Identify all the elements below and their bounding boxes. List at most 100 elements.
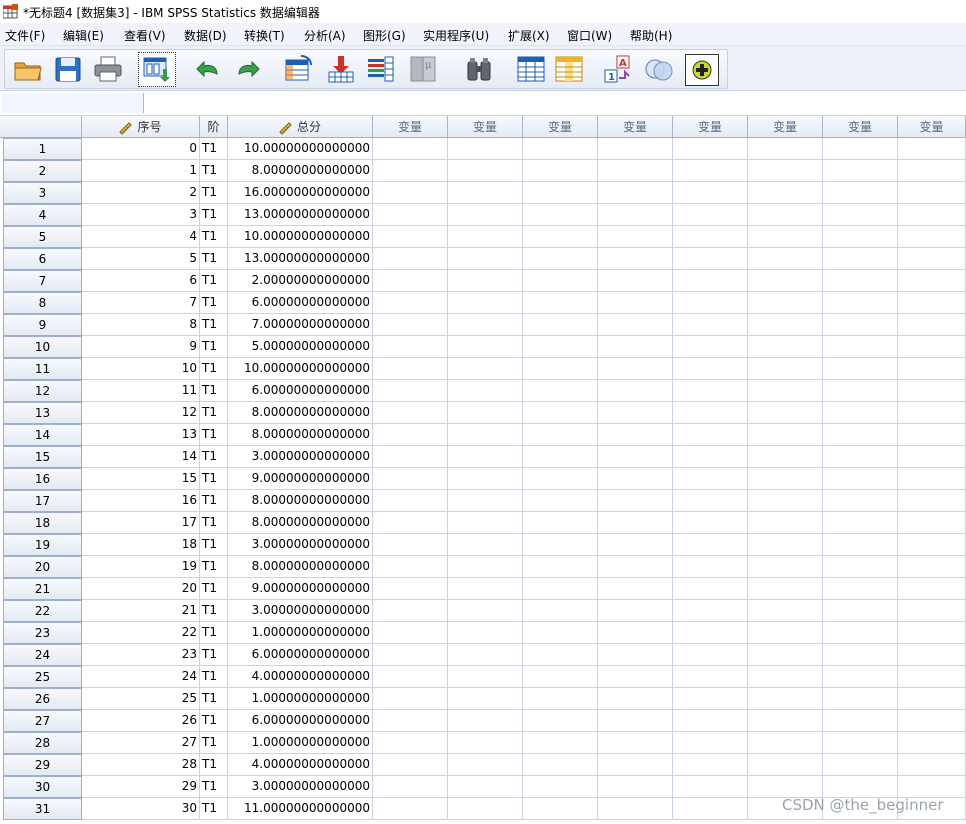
cell-empty[interactable] <box>898 138 966 160</box>
column-header-empty[interactable]: 变量 <box>448 116 523 138</box>
cell-seq[interactable]: 2 <box>82 182 200 204</box>
cell-empty[interactable] <box>523 292 598 314</box>
cell-empty[interactable] <box>823 600 898 622</box>
cell-total[interactable]: 1.00000000000000 <box>228 622 373 644</box>
cell-empty[interactable] <box>448 138 523 160</box>
cell-empty[interactable] <box>748 468 823 490</box>
cell-empty[interactable] <box>373 204 448 226</box>
cell-empty[interactable] <box>598 204 673 226</box>
cell-total[interactable]: 13.00000000000000 <box>228 248 373 270</box>
cell-total[interactable]: 10.00000000000000 <box>228 138 373 160</box>
cell-empty[interactable] <box>448 578 523 600</box>
cell-empty[interactable] <box>373 600 448 622</box>
cell-empty[interactable] <box>898 160 966 182</box>
cell-empty[interactable] <box>898 534 966 556</box>
cell-seq[interactable]: 16 <box>82 490 200 512</box>
menu-transform[interactable]: 转换(T) <box>244 27 285 44</box>
cell-empty[interactable] <box>748 204 823 226</box>
cell-empty[interactable] <box>748 138 823 160</box>
cell-empty[interactable] <box>523 182 598 204</box>
cell-empty[interactable] <box>748 424 823 446</box>
cell-empty[interactable] <box>748 358 823 380</box>
cell-empty[interactable] <box>673 622 748 644</box>
cell-seq[interactable]: 26 <box>82 710 200 732</box>
cell-seq[interactable]: 7 <box>82 292 200 314</box>
cell-empty[interactable] <box>898 424 966 446</box>
cell-empty[interactable] <box>448 732 523 754</box>
cell-empty[interactable] <box>373 666 448 688</box>
cell-seq[interactable]: 10 <box>82 358 200 380</box>
cell-empty[interactable] <box>523 798 598 820</box>
cell-empty[interactable] <box>598 358 673 380</box>
open-folder-icon[interactable] <box>13 54 43 84</box>
cell-empty[interactable] <box>748 534 823 556</box>
cell-seq[interactable]: 20 <box>82 578 200 600</box>
cell-empty[interactable] <box>748 556 823 578</box>
cell-stage[interactable]: T1 <box>200 446 228 468</box>
row-number-header[interactable]: 14 <box>3 424 82 446</box>
row-number-header[interactable]: 25 <box>3 666 82 688</box>
cell-total[interactable]: 2.00000000000000 <box>228 270 373 292</box>
menu-help[interactable]: 帮助(H) <box>630 27 672 44</box>
cell-empty[interactable] <box>598 160 673 182</box>
row-number-header[interactable]: 2 <box>3 160 82 182</box>
cell-empty[interactable] <box>823 314 898 336</box>
cell-empty[interactable] <box>373 314 448 336</box>
cell-total[interactable]: 6.00000000000000 <box>228 292 373 314</box>
cell-empty[interactable] <box>898 292 966 314</box>
cell-empty[interactable] <box>898 600 966 622</box>
cell-empty[interactable] <box>673 402 748 424</box>
cell-stage[interactable]: T1 <box>200 710 228 732</box>
cell-empty[interactable] <box>898 226 966 248</box>
cell-empty[interactable] <box>748 446 823 468</box>
cell-empty[interactable] <box>598 644 673 666</box>
cell-empty[interactable] <box>448 336 523 358</box>
cell-empty[interactable] <box>598 138 673 160</box>
cell-empty[interactable] <box>673 160 748 182</box>
cell-empty[interactable] <box>523 314 598 336</box>
cell-empty[interactable] <box>673 380 748 402</box>
cell-stage[interactable]: T1 <box>200 578 228 600</box>
cell-total[interactable]: 13.00000000000000 <box>228 204 373 226</box>
cell-stage[interactable]: T1 <box>200 182 228 204</box>
cell-empty[interactable] <box>523 688 598 710</box>
cell-empty[interactable] <box>748 732 823 754</box>
cell-seq[interactable]: 12 <box>82 402 200 424</box>
cell-seq[interactable]: 27 <box>82 732 200 754</box>
row-number-header[interactable]: 6 <box>3 248 82 270</box>
cell-empty[interactable] <box>448 446 523 468</box>
insert-variable-icon[interactable] <box>554 54 584 84</box>
run-descriptives-icon[interactable]: μ <box>408 54 438 84</box>
cell-total[interactable]: 5.00000000000000 <box>228 336 373 358</box>
cell-total[interactable]: 8.00000000000000 <box>228 490 373 512</box>
cell-seq[interactable]: 30 <box>82 798 200 820</box>
cell-empty[interactable] <box>373 358 448 380</box>
cell-empty[interactable] <box>448 644 523 666</box>
cell-seq[interactable]: 25 <box>82 688 200 710</box>
cell-empty[interactable] <box>373 446 448 468</box>
cell-empty[interactable] <box>373 380 448 402</box>
column-header-stage[interactable]: 阶 <box>200 116 228 138</box>
cell-empty[interactable] <box>823 644 898 666</box>
cell-empty[interactable] <box>523 490 598 512</box>
cell-total[interactable]: 8.00000000000000 <box>228 160 373 182</box>
cell-total[interactable]: 3.00000000000000 <box>228 776 373 798</box>
cell-total[interactable]: 1.00000000000000 <box>228 732 373 754</box>
cell-empty[interactable] <box>523 666 598 688</box>
variables-icon[interactable] <box>365 54 395 84</box>
cell-total[interactable]: 4.00000000000000 <box>228 754 373 776</box>
cell-empty[interactable] <box>373 732 448 754</box>
cell-empty[interactable] <box>748 622 823 644</box>
cell-empty[interactable] <box>448 226 523 248</box>
cell-empty[interactable] <box>523 644 598 666</box>
column-header-empty[interactable]: 变量 <box>748 116 823 138</box>
cell-empty[interactable] <box>523 556 598 578</box>
cell-empty[interactable] <box>898 402 966 424</box>
cell-empty[interactable] <box>673 248 748 270</box>
cell-empty[interactable] <box>673 336 748 358</box>
menu-data[interactable]: 数据(D) <box>184 27 227 44</box>
cell-empty[interactable] <box>523 424 598 446</box>
cell-empty[interactable] <box>373 688 448 710</box>
cell-total[interactable]: 9.00000000000000 <box>228 468 373 490</box>
cell-empty[interactable] <box>373 490 448 512</box>
